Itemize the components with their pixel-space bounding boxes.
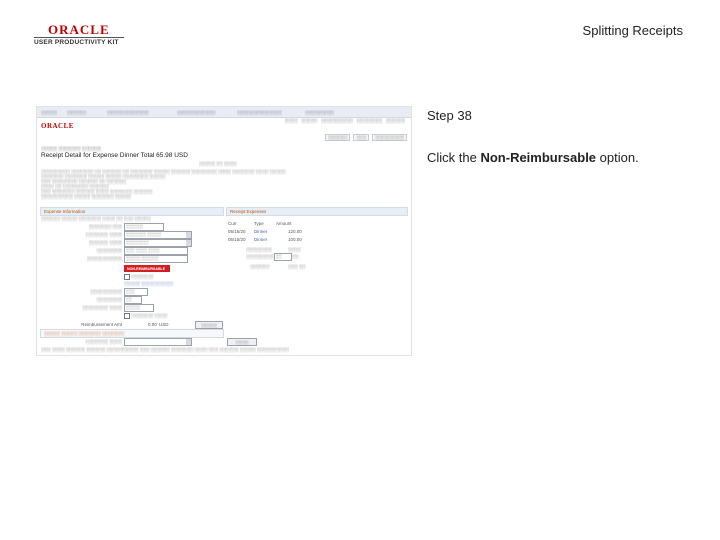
- instruction-target: Non-Reimbursable: [480, 150, 597, 165]
- footer-note: ░░░ ░░░░ ░░░░░░ ░░░░░░ ░░░░░░░░░░ ░░░ ░░…: [41, 347, 289, 352]
- amount-field[interactable]: ░░░: [124, 288, 148, 296]
- logo-brand-text: ORACLE: [48, 22, 110, 37]
- default-rate-checkbox[interactable]: [124, 313, 130, 319]
- application-screenshot: ░░░░░ ░░░░░░ ░░░░░░░░░░░░░ ░░░░░░░░░░░░ …: [36, 106, 412, 356]
- app-top-links: ░░░░ ░░░░░ ░░░░░░░░░░ ░░░░░░░░ ░░░░░░: [284, 118, 405, 123]
- receipt-total-label: ░░░░░░░░░: [246, 254, 275, 259]
- instruction-suffix: option.: [596, 150, 639, 165]
- billing-type-dropdown[interactable]: ░░░░░░░░: [124, 239, 192, 247]
- page-meta: ░░░░░ ░░ ░░░░: [199, 161, 237, 166]
- date-field[interactable]: ░░░░░░: [124, 223, 164, 231]
- table-cell: 05/15/20: [228, 237, 246, 242]
- menu-item: ░░░░░░░░░░░░: [177, 110, 216, 115]
- description-field[interactable]: ░░░░░ ░░░░░░: [124, 255, 188, 263]
- menu-item: ░░░░░░: [67, 110, 87, 115]
- page-subtitle: ░░░░░ ░░░░░░░ ░░░░░░: [41, 146, 101, 151]
- instruction-prefix: Click the: [427, 150, 481, 165]
- menu-item: ░░░░░░░░░: [305, 110, 334, 115]
- exchange-rate-field[interactable]: ░░░░░: [124, 304, 154, 312]
- receipt-expenses-header: Receipt Expenses: [226, 207, 408, 216]
- step-number: Step 38: [427, 108, 472, 123]
- col-header-amount: Amount: [276, 221, 292, 226]
- non-reimbursable-button[interactable]: NON-REIMBURSABLE: [124, 265, 170, 272]
- field-label: ░░░░░░░ ░░░░: [85, 339, 122, 344]
- menu-item: ░░░░░: [41, 110, 57, 115]
- checkbox[interactable]: [124, 274, 130, 280]
- menu-item: ░░░░░░░░░░░░░: [107, 110, 149, 115]
- balance-value: ░░░ ░░: [288, 264, 306, 269]
- logo-divider: [34, 37, 124, 38]
- balance-label: ░░░░░░: [250, 264, 270, 269]
- field-label: ░░░░░░░░░░: [90, 289, 122, 294]
- oracle-upk-logo: ORACLE USER PRODUCTIVITY KIT: [34, 22, 124, 48]
- split-section-header: ░░░░░ ░░░░░ ░░░░░░░ ░░░░░░░: [40, 329, 224, 338]
- checkbox-label: ░░░░░░░: [131, 274, 154, 279]
- toolbar-button[interactable]: ░░░░░░░░░: [372, 134, 407, 141]
- receipt-total-currency: ░░: [292, 254, 299, 259]
- app-toolbar: ░░░░░░ ░░░ ░░░░░░░░░: [323, 134, 407, 141]
- field-label: ░░░░░░ ░░░░: [88, 240, 122, 245]
- reimbursement-currency: USD: [159, 322, 169, 327]
- table-cell[interactable]: Dinner: [254, 229, 267, 234]
- expense-info-header: Expense Information: [40, 207, 224, 216]
- instructions-text: ░░░░░░░░░ ░░░░░░░ ░░ ░░░░░░ ░░ ░░░░░░░ ░…: [41, 169, 286, 199]
- panel-hint: ░░░░░░ ░░░░░ ░░░░░░░ ░░░░ ░░ ░░░ ░░░░░: [41, 216, 151, 221]
- reimbursement-amount-label: Reimbursement Amt: [81, 322, 122, 327]
- receipt-total-field[interactable]: ░░: [274, 253, 292, 261]
- field-label: ░░░░░░░░ ░░░░: [82, 305, 122, 310]
- step-instruction: Click the Non-Reimbursable option.: [427, 150, 639, 165]
- field-label: ░░░░░░░░░░░: [86, 256, 122, 261]
- logo-product-text: USER PRODUCTIVITY KIT: [34, 39, 119, 46]
- col-header-curr: Curr: [228, 221, 237, 226]
- field-label: ░░░░░░░ ░░░: [88, 224, 122, 229]
- app-brand: ORACLE: [41, 122, 74, 130]
- reimbursement-amount-value: 0.00: [148, 322, 157, 327]
- table-cell: 05/15/20: [228, 229, 246, 234]
- menu-item: ░░░░░░░░░░░░░░: [237, 110, 282, 115]
- field-label: ░░░░░░░░: [96, 248, 122, 253]
- checkbox-label: ░░░░░░░ ░░░░: [131, 313, 168, 318]
- table-cell: 100.00: [288, 237, 302, 242]
- field-label: ░░░░░░░░: [96, 297, 122, 302]
- toolbar-button[interactable]: ░░░░░░: [325, 134, 351, 141]
- subtotal-value: ░░░░: [288, 247, 301, 252]
- expense-type-dropdown[interactable]: [124, 338, 192, 346]
- field-label: ░░░░░░░ ░░░░: [85, 232, 122, 237]
- table-cell[interactable]: Dinner: [254, 237, 267, 242]
- toolbar-button[interactable]: ░░░: [353, 134, 370, 141]
- table-cell: 120.00: [288, 229, 302, 234]
- app-menubar: ░░░░░ ░░░░░░ ░░░░░░░░░░░░░ ░░░░░░░░░░░░ …: [37, 107, 411, 118]
- slide-title: Splitting Receipts: [582, 23, 683, 38]
- payment-type-dropdown[interactable]: ░░░░░░░ ░░░░░: [124, 231, 192, 239]
- subtotal-label: ░░░░░░░░: [246, 247, 272, 252]
- attendees-link[interactable]: ░░░░░ ░░░░░░░░░░: [124, 281, 173, 286]
- location-field[interactable]: ░░░ ░░░░ ░░░░: [124, 247, 188, 255]
- page-title: Receipt Detail for Expense Dinner Total …: [41, 152, 188, 159]
- col-header-type: Type: [254, 221, 264, 226]
- update-button[interactable]: ░░░░░: [195, 321, 223, 329]
- currency-field[interactable]: ░░: [124, 296, 142, 304]
- split-button[interactable]: ░░░░: [227, 338, 257, 346]
